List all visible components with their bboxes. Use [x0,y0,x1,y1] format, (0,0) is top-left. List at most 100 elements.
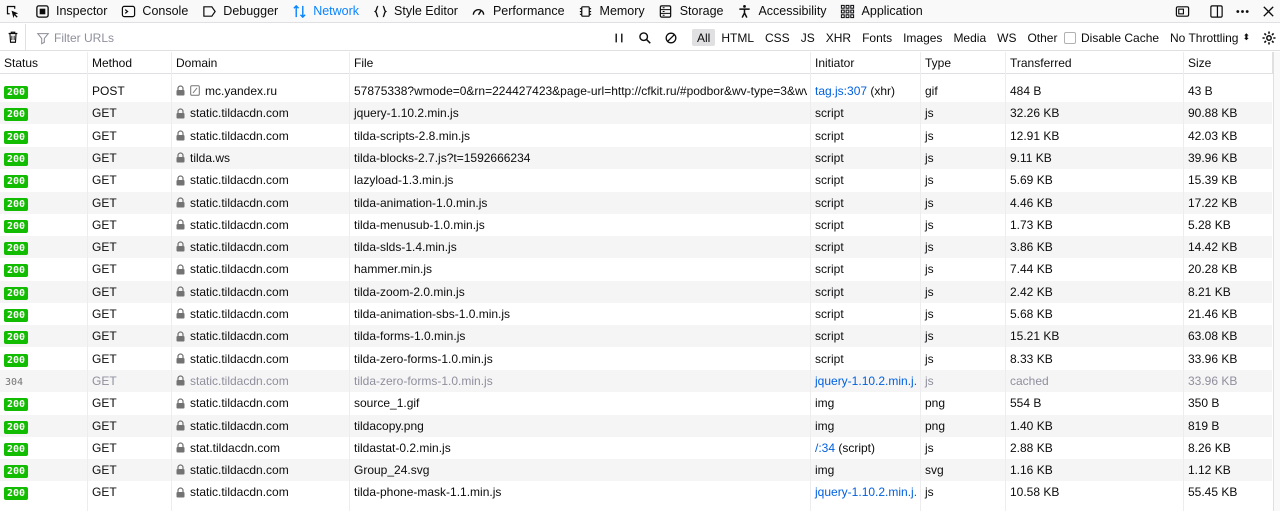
request-row[interactable]: 200 GET static.tildacdn.com lazyload-1.3.mi… [0,169,1272,191]
size-value: 8.21 KB [1188,284,1231,299]
request-row[interactable]: 200 GET stat.tildacdn.com tildastat-0.2.min… [0,437,1272,459]
transferred-value: 5.68 KB [1010,307,1053,321]
column-header-domain[interactable]: Domain [172,52,350,74]
throttling-select[interactable]: No Throttling ⬍ [1165,24,1250,51]
request-row[interactable]: 200 GET static.tildacdn.com tilda-zero-form… [0,348,1272,370]
tab-console[interactable]: Console [114,0,195,23]
pause-button[interactable] [606,24,632,51]
transferred-cell: 7.44 KB [1006,258,1180,280]
status-cell: 200 [0,481,84,503]
file-value: source_1.gif [354,396,420,411]
tab-debugger[interactable]: Debugger [195,0,285,23]
size-cell: 33.96 KB [1184,370,1269,392]
initiator-value: img [815,396,835,411]
status-badge: 200 [4,86,29,99]
filter-type-images[interactable]: Images [898,29,947,46]
type-cell: js [921,192,1002,214]
request-row[interactable]: 200 GET static.tildacdn.com tilda-scripts-2… [0,125,1272,147]
close-button[interactable] [1256,0,1280,23]
tab-inspector[interactable]: Inspector [28,0,114,23]
method-value: GET [92,418,117,433]
request-row[interactable]: 200 GET static.tildacdn.com tildacopy.png im… [0,414,1272,437]
filter-type-xhr[interactable]: XHR [821,29,856,46]
tab-application[interactable]: Application [834,0,930,23]
column-header-method[interactable]: Method [88,52,172,74]
filter-type-fonts[interactable]: Fonts [857,29,897,46]
initiator-link[interactable]: jquery-1.10.2.min.j... [815,485,917,499]
filter-type-html[interactable]: HTML [716,29,759,46]
lock-icon [176,197,185,208]
initiator-link[interactable]: /:34 [815,441,835,455]
initiator-link[interactable]: jquery-1.10.2.min.j... [815,374,917,388]
transferred-cell: 1.40 KB [1006,415,1180,437]
request-row[interactable]: 200 GET static.tildacdn.com tilda-zoom-2.0.… [0,280,1272,303]
initiator-link[interactable]: tag.js:307 [815,84,867,98]
tab-label: Network [313,4,360,18]
tab-accessibility[interactable]: Accessibility [730,0,833,23]
transferred-value: 9.11 KB [1010,150,1052,165]
request-row[interactable]: 200 GET static.tildacdn.com tilda-slds-1.4.… [0,236,1272,259]
transferred-cell: 15.21 KB [1006,325,1180,347]
file-cell: tilda-zero-forms-1.0.min.js [350,348,807,370]
lock-icon [176,108,185,119]
type-value: js [925,173,934,188]
column-header-type[interactable]: Type [921,52,1006,74]
file-value: tildastat-0.2.min.js [354,440,451,455]
column-header-status[interactable]: Status [0,52,88,74]
disable-cache-checkbox[interactable] [1064,31,1076,44]
filter-type-other[interactable]: Other [1022,29,1062,46]
tab-performance[interactable]: Performance [465,0,572,23]
transferred-cell: 5.68 KB [1006,303,1180,325]
transferred-value: 2.42 KB [1010,284,1053,299]
request-row[interactable]: 200 GET static.tildacdn.com source_1.gif img… [0,392,1272,414]
status-cell: 200 [0,325,84,347]
disable-cache-toggle[interactable]: Disable Cache [1064,24,1159,51]
request-row[interactable]: 200 GET static.tildacdn.com tilda-phone-mas… [0,481,1272,503]
filter-type-js[interactable]: JS [796,29,820,46]
size-value: 33.96 KB [1188,351,1238,366]
tab-style-editor[interactable]: Style Editor [366,0,465,23]
domain-value: static.tildacdn.com [190,240,289,255]
column-header-file[interactable]: File [350,52,811,74]
request-row[interactable]: 200 POST mc.yandex.ru 57875338?wmode=0&rn=2… [0,80,1272,102]
element-picker-button[interactable] [0,0,28,23]
initiator-cell: script [811,102,917,124]
column-header-initiator[interactable]: Initiator [811,52,921,74]
search-button[interactable] [632,24,658,51]
size-cell: 8.26 KB [1184,437,1269,459]
network-settings-button[interactable] [1258,24,1280,51]
tab-label: Memory [599,4,645,18]
method-cell: GET [88,303,168,325]
tab-network[interactable]: Network [285,0,366,23]
lock-icon [176,487,185,498]
filter-type-ws[interactable]: WS [992,29,1021,46]
status-cell: 200 [0,459,84,481]
clear-button[interactable] [0,23,26,51]
request-row[interactable]: 200 GET static.tildacdn.com tilda-menusub-1… [0,214,1272,236]
request-row[interactable]: 200 GET static.tildacdn.com hammer.min.js sc… [0,258,1272,280]
method-value: GET [92,463,117,478]
domain-value: static.tildacdn.com [190,351,289,366]
column-header-transferred[interactable]: Transferred [1006,52,1184,74]
dock-button[interactable] [1204,0,1228,23]
size-value: 5.28 KB [1188,217,1231,232]
filter-type-all[interactable]: All [692,29,716,46]
request-row[interactable]: 200 GET static.tildacdn.com tilda-animation… [0,191,1272,214]
request-row[interactable]: 200 GET tilda.ws tilda-blocks-2.7.js?t=1592… [0,146,1272,169]
request-list: 200 POST mc.yandex.ru 57875338?wmode=0&rn=2… [0,80,1280,511]
request-row[interactable]: 200 GET static.tildacdn.com jquery-1.10.2.m… [0,102,1272,125]
request-row[interactable]: 200 GET static.tildacdn.com tilda-forms-1.0… [0,325,1272,348]
more-button[interactable] [1230,0,1254,23]
responsive-design-button[interactable] [1170,0,1194,23]
tab-memory[interactable]: Memory [572,0,652,23]
column-header-size[interactable]: Size [1184,52,1273,74]
request-row[interactable]: 304 GET static.tildacdn.com tilda-zero-form… [0,369,1272,392]
tab-storage[interactable]: Storage [652,0,731,23]
block-button[interactable] [658,24,684,51]
filter-type-css[interactable]: CSS [760,29,795,46]
method-cell: GET [88,392,168,414]
filter-urls-input[interactable] [54,30,574,45]
request-row[interactable]: 200 GET static.tildacdn.com tilda-animation… [0,303,1272,325]
filter-type-media[interactable]: Media [948,29,991,46]
request-row[interactable]: 200 GET static.tildacdn.com Group_24.svg img… [0,459,1272,482]
